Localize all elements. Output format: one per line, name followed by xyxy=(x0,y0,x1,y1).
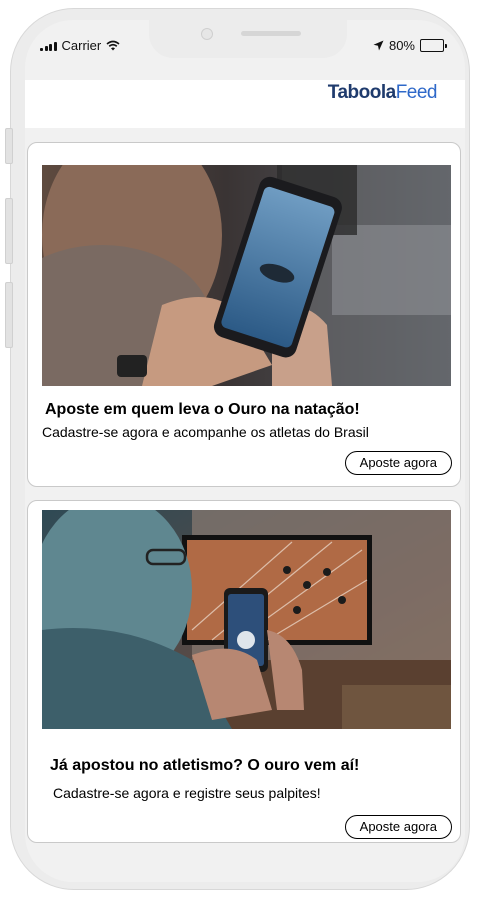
wifi-icon xyxy=(106,40,120,51)
feed-card-title[interactable]: Aposte em quem leva o Ouro na natação! xyxy=(45,401,360,419)
feed-card-description: Cadastre-se agora e acompanhe os atletas… xyxy=(42,424,369,440)
carrier-name: Carrier xyxy=(61,38,102,53)
location-arrow-icon xyxy=(373,40,384,51)
taboola-feed-logo: TaboolaFeed xyxy=(327,82,438,104)
feed-card-image[interactable] xyxy=(42,510,451,729)
volume-down-button xyxy=(5,282,13,348)
logo-bold-text: Taboola xyxy=(327,82,396,103)
phone-screen: Carrier 80% TaboolaFeed Aposte em quem l… xyxy=(25,20,465,882)
mute-switch xyxy=(5,128,13,164)
bottom-bezel-area xyxy=(25,852,465,882)
battery-icon xyxy=(420,39,447,52)
logo-light-text: Feed xyxy=(395,82,438,103)
battery-percent: 80% xyxy=(388,38,415,53)
feed-card-description: Cadastre-se agora e registre seus palpit… xyxy=(53,785,321,801)
bet-now-button[interactable]: Aposte agora xyxy=(344,451,452,475)
signal-icon xyxy=(40,41,57,51)
volume-up-button xyxy=(5,198,13,264)
earpiece-speaker xyxy=(241,31,301,36)
feed-card-image[interactable] xyxy=(42,165,451,386)
feed-card[interactable]: Aposte em quem leva o Ouro na natação! C… xyxy=(27,142,461,487)
feed-card-title[interactable]: Já apostou no atletismo? O ouro vem aí! xyxy=(50,757,359,775)
feed-header: TaboolaFeed xyxy=(25,80,465,128)
photo-phone-swimming xyxy=(42,165,451,386)
bet-now-button[interactable]: Aposte agora xyxy=(344,815,452,839)
status-bar: Carrier 80% xyxy=(25,38,465,60)
photo-man-betting-athletics xyxy=(42,510,451,729)
feed-card[interactable]: Já apostou no atletismo? O ouro vem aí! … xyxy=(27,500,461,843)
